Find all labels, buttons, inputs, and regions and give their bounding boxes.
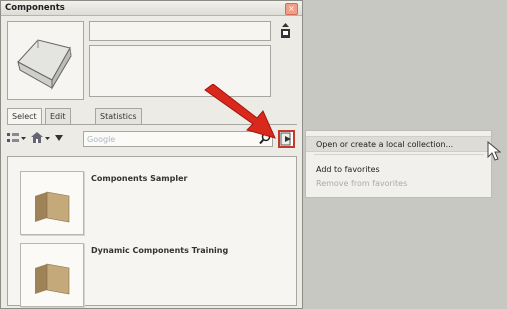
component-name[interactable]: Components Sampler <box>91 174 187 183</box>
red-arrow-icon <box>204 84 276 139</box>
folder-icon <box>35 191 70 223</box>
component-thumbnail[interactable] <box>20 243 84 307</box>
component-cube-icon <box>17 39 72 90</box>
view-options-icon[interactable] <box>7 132 27 144</box>
search-placeholder: Google <box>87 135 116 144</box>
context-menu: Open or create a local collection... Add… <box>305 130 492 198</box>
component-name[interactable]: Dynamic Components Training <box>91 246 228 255</box>
folder-icon <box>35 263 70 295</box>
close-icon[interactable]: × <box>285 3 298 15</box>
menu-separator <box>314 154 484 155</box>
mouse-cursor-icon <box>487 141 501 161</box>
components-list: Components Sampler Dynamic Components Tr… <box>7 156 297 307</box>
menu-item-open-collection[interactable]: Open or create a local collection... <box>306 136 491 152</box>
tab-select[interactable]: Select <box>7 108 42 125</box>
menu-item-remove-favorites: Remove from favorites <box>316 179 408 188</box>
components-panel: Components × Select Edit Statistics Goog… <box>0 0 303 309</box>
component-thumbnail[interactable] <box>20 171 84 235</box>
component-name-field[interactable] <box>89 21 271 41</box>
tab-edit[interactable]: Edit <box>45 108 71 124</box>
home-icon[interactable] <box>31 132 51 144</box>
tab-statistics[interactable]: Statistics <box>95 108 142 124</box>
title-bar[interactable]: Components × <box>1 1 302 16</box>
dropdown-icon[interactable] <box>53 132 67 144</box>
window-title: Components <box>5 3 65 13</box>
upload-icon[interactable] <box>280 23 291 39</box>
component-preview <box>7 21 84 100</box>
